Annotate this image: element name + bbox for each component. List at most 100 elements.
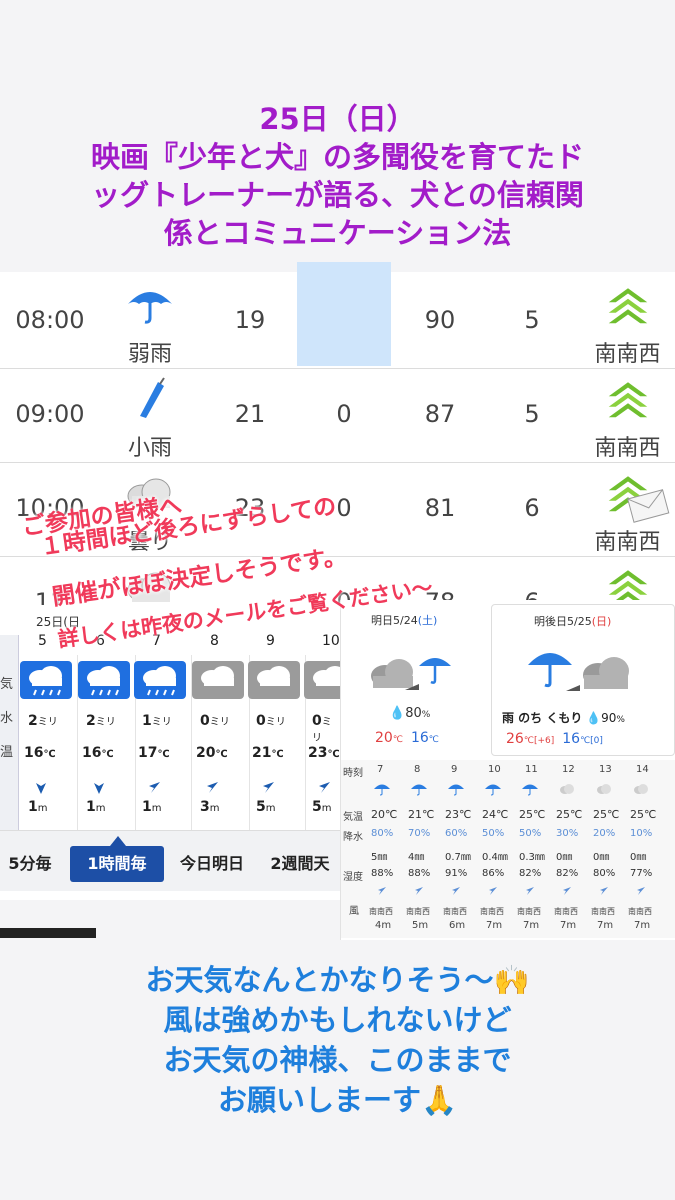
raindrop-icon: 💧 xyxy=(389,706,406,721)
temp-value: 17℃ xyxy=(138,745,170,761)
amount-value: 0.7㎜ xyxy=(445,852,471,863)
weather-label: 小雨 xyxy=(127,436,172,461)
precip-value: 2ミリ xyxy=(28,713,58,729)
temp-cell: 19 xyxy=(234,306,266,334)
temp-unit: ℃ xyxy=(43,749,56,760)
wind-speed-cell: 5 xyxy=(524,400,540,428)
humidity-value: 77% xyxy=(630,868,653,879)
wind-speed: 4m xyxy=(375,920,392,931)
cloud-icon xyxy=(597,784,611,794)
humidity-value: 82% xyxy=(519,868,542,879)
wind-arrow-icon xyxy=(319,782,330,793)
deg-unit: ℃ xyxy=(580,736,591,746)
temp-unit: ℃ xyxy=(101,749,114,760)
wind-value: 1m xyxy=(28,799,48,815)
wind-label: 風 xyxy=(349,906,359,917)
hour-label: 9 xyxy=(451,764,458,775)
amount-value: 0㎜ xyxy=(630,852,647,863)
deg-unit: ℃ xyxy=(523,736,534,746)
temp-value: 16℃ xyxy=(24,745,56,761)
precip-unit: ミリ xyxy=(265,717,286,728)
wind-speed: 7m xyxy=(634,920,651,931)
temp-number: 16 xyxy=(24,745,44,761)
prob-label: 降水 xyxy=(343,832,363,843)
wind-speed: 6m xyxy=(449,920,466,931)
tomorrow-header: 明日5/24(土) xyxy=(371,612,437,628)
temp-number: 20 xyxy=(196,745,216,761)
precip-number: 0 xyxy=(312,713,322,729)
prob-value: 70% xyxy=(408,828,431,839)
title-line-3: ッグトレーナーが語る、犬との信頼関 xyxy=(91,178,584,212)
wind-number: 1 xyxy=(28,799,38,815)
wind-unit: m xyxy=(265,803,276,814)
hour-label: 10 xyxy=(322,633,340,649)
low-diff: [0] xyxy=(590,736,603,746)
wind-speed: 5m xyxy=(412,920,429,931)
cloud-icon xyxy=(560,784,574,794)
temp-value: 25℃ xyxy=(593,808,620,821)
dayafter-summary: 雨 のち くもり 💧90% xyxy=(502,709,625,726)
humidity-cell: 81 xyxy=(424,494,456,522)
title-line-1: 25日（日） xyxy=(259,102,416,136)
hour-label: 5 xyxy=(38,633,47,649)
weather-app-right-panel: 明日5/24(土) 💧80% 20℃ 16℃ 明後日5/25(日) 雨 のち くもり 💧9… xyxy=(340,600,675,940)
humidity-cell: 87 xyxy=(424,400,456,428)
precip-value: 2ミリ xyxy=(86,713,116,729)
day-of-week: (土) xyxy=(417,614,438,627)
umbrella-icon xyxy=(485,784,501,796)
precip-highlight xyxy=(297,262,391,366)
wind-number: 1 xyxy=(86,799,96,815)
day-label: 明後日 xyxy=(534,615,567,628)
high-temp: 26 xyxy=(506,731,524,747)
precip-number: 2 xyxy=(86,713,96,729)
temp-number: 21 xyxy=(252,745,272,761)
wind-arrow-icon xyxy=(452,887,460,895)
precip-number: 2 xyxy=(28,713,38,729)
hour-label: 8 xyxy=(210,633,219,649)
precip-value: 0ミリ xyxy=(312,713,340,745)
umbrella-icon xyxy=(448,784,464,796)
temp-value: 21℃ xyxy=(252,745,284,761)
low-temp: 16 xyxy=(410,730,429,746)
closed-umbrella-icon xyxy=(118,376,182,420)
wind-speed: 7m xyxy=(560,920,577,931)
view-tab[interactable]: 1時間毎 xyxy=(70,846,164,882)
prob-value: 60% xyxy=(445,828,468,839)
hour-label: 9 xyxy=(266,633,275,649)
temp-label: 気温 xyxy=(343,812,363,823)
humidity-value: 88% xyxy=(408,868,431,879)
umbrella-icon xyxy=(411,784,427,796)
temp-unit: ℃ xyxy=(215,749,228,760)
wind-arrow-icon xyxy=(489,887,497,895)
rain-cloud-icon xyxy=(20,661,72,699)
amount-value: 0㎜ xyxy=(556,852,573,863)
rain-value: 90 xyxy=(601,711,617,725)
rain-unit: % xyxy=(616,715,625,725)
wind-unit: m xyxy=(321,803,332,814)
prob-value: 30% xyxy=(556,828,579,839)
view-tab[interactable]: 5分毎 xyxy=(0,846,60,882)
weather-desc: 雨 のち くもり xyxy=(502,711,583,725)
precip-number: 1 xyxy=(142,713,152,729)
raindrop-icon: 💧 xyxy=(582,711,602,725)
hour-label: 12 xyxy=(562,764,575,775)
temp-unit: ℃ xyxy=(271,749,284,760)
wind-value: 5m xyxy=(312,799,332,815)
tomorrow-rain-chance: 💧80% xyxy=(389,706,430,721)
view-tab[interactable]: 2週間天 xyxy=(260,846,340,882)
precip-cell: 0 xyxy=(336,400,352,428)
high-diff: [+6] xyxy=(533,736,555,746)
wind-direction: 南南西 xyxy=(517,907,541,916)
wind-arrow-icon xyxy=(637,887,645,895)
view-tab[interactable]: 今日明日 xyxy=(168,846,256,882)
dayafter-card: 明後日5/25(日) 雨 のち くもり 💧90% 26℃[+6] 16℃[0] xyxy=(491,604,675,756)
title-line-2: 映画『少年と犬』の多聞役を育てたド xyxy=(90,140,584,174)
temp-cell: 21 xyxy=(234,400,266,428)
wind-speed-cell: 5 xyxy=(524,306,540,334)
precip-value: 1ミリ xyxy=(142,713,172,729)
hourly-row: 09:00 21 0 87 5 小雨 南南西 xyxy=(0,370,675,463)
humidity-value: 91% xyxy=(445,868,468,879)
wind-direction-label: 南南西 xyxy=(594,436,661,461)
wind-arrow-icon xyxy=(263,782,274,793)
wind-unit: m xyxy=(151,803,162,814)
